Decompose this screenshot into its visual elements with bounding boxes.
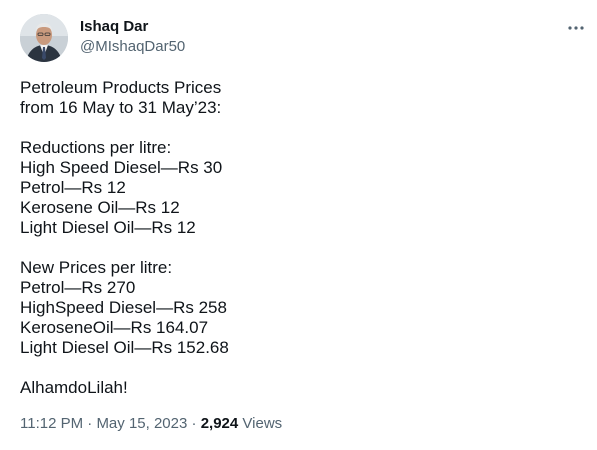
profile-photo-icon	[20, 14, 68, 62]
tweet-line: Petroleum Products Prices	[20, 78, 222, 97]
avatar[interactable]	[20, 14, 68, 62]
tweet-line: from 16 May to 31 May’23:	[20, 98, 222, 117]
tweet-line	[20, 358, 580, 378]
tweet-line: Light Diesel Oil—Rs 12	[20, 218, 196, 237]
tweet-line: AlhamdoLilah!	[20, 378, 128, 397]
tweet-line: KeroseneOil—Rs 164.07	[20, 318, 209, 337]
tweet-line: Kerosene Oil—Rs 12	[20, 198, 180, 217]
more-options-button[interactable]	[562, 14, 590, 42]
views-label: Views	[242, 415, 283, 432]
user-handle[interactable]: @MIshaqDar50	[80, 37, 185, 57]
tweet-line: Petrol—Rs 12	[20, 178, 126, 197]
tweet-time-link[interactable]: 11:12 PM · May 15, 2023	[20, 415, 187, 432]
display-name[interactable]: Ishaq Dar	[80, 17, 148, 37]
tweet-meta: 11:12 PM · May 15, 2023 · 2,924 Views	[20, 414, 282, 434]
tweet-date: May 15, 2023	[96, 415, 188, 432]
tweet-time: 11:12 PM	[20, 415, 84, 432]
tweet-line: High Speed Diesel—Rs 30	[20, 158, 223, 177]
tweet-line	[20, 238, 580, 258]
more-options-icon	[568, 26, 584, 30]
tweet-line: New Prices per litre:	[20, 258, 173, 277]
tweet-text: Petroleum Products Prices from 16 May to…	[20, 78, 580, 398]
tweet-card: Ishaq Dar @MIshaqDar50 Petroleum Product…	[0, 0, 597, 450]
tweet-line	[20, 118, 580, 138]
tweet-line: HighSpeed Diesel—Rs 258	[20, 298, 227, 317]
tweet-line: Reductions per litre:	[20, 138, 172, 157]
meta-separator: ·	[87, 415, 93, 432]
views-count: 2,924	[200, 415, 239, 432]
tweet-line: Light Diesel Oil—Rs 152.68	[20, 338, 229, 357]
tweet-line: Petrol—Rs 270	[20, 278, 136, 297]
meta-separator: ·	[191, 415, 197, 432]
